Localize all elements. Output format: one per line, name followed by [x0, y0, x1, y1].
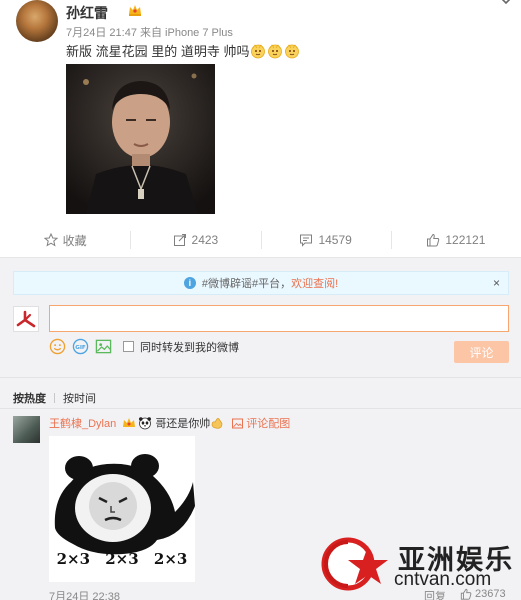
comment-meme-image[interactable]: 2×3 2×3 2×3: [49, 436, 195, 582]
comment-image-link[interactable]: 评论配图: [232, 415, 290, 431]
gif-icon[interactable]: GIF: [72, 338, 89, 355]
image-icon[interactable]: [95, 338, 112, 355]
repost-button[interactable]: 2423: [130, 226, 260, 254]
poster-username[interactable]: 孙红雷: [66, 3, 108, 23]
comment-button[interactable]: 14579: [260, 226, 391, 254]
share-icon: [173, 234, 186, 246]
sort-by-time-tab[interactable]: 按时间: [63, 390, 96, 406]
face-emoji-icon: [285, 44, 300, 59]
colon-separator: [116, 417, 119, 429]
sort-by-hot-tab[interactable]: 按热度: [13, 390, 46, 406]
divider: [0, 408, 521, 409]
thumbs-up-icon: [427, 233, 440, 247]
comment-input[interactable]: [49, 305, 509, 332]
weibo-post: 孙红雷 7月24日 21:47 来自 iPhone 7 Plus 新版 流星花园…: [0, 0, 521, 257]
meme-caption: 2×3 2×3 2×3: [56, 550, 188, 568]
divider: [54, 393, 55, 403]
vip-crown-icon: [123, 418, 136, 427]
star-icon: [43, 233, 58, 247]
panda-icon: [139, 417, 152, 430]
forward-label: 同时转发到我的微博: [140, 341, 239, 354]
info-icon: i: [183, 277, 196, 289]
face-emoji-icon: [251, 44, 266, 59]
comment-timestamp: 7月24日 22:38: [49, 591, 120, 600]
weibo-logo-icon: [16, 310, 36, 328]
star-logo-icon: [321, 537, 388, 591]
poster-avatar[interactable]: [16, 0, 58, 42]
like-button[interactable]: 122121: [390, 226, 521, 254]
post-photo[interactable]: [66, 64, 215, 214]
comment-icon: [300, 234, 313, 247]
submit-comment-button[interactable]: 评论: [454, 341, 509, 363]
vip-crown-icon: [129, 5, 141, 16]
composer-toolbar: GIF 同时转发到我的微博: [49, 338, 239, 355]
badge-icons: [122, 416, 152, 430]
favorite-button[interactable]: 收藏: [0, 226, 130, 254]
chevron-down-icon[interactable]: [499, 0, 513, 8]
post-text: 新版 流星花园 里的 道明寺 帅吗: [66, 41, 300, 60]
picture-icon: [232, 418, 244, 428]
post-action-bar: 收藏 2423 14579 122121: [0, 226, 521, 254]
commenter-username[interactable]: 王鹤棣_Dylan: [49, 415, 116, 431]
my-avatar[interactable]: [13, 306, 39, 332]
hand-emoji-icon: [211, 418, 223, 429]
rumor-notice-banner: i #微博辟谣#平台， 欢迎查阅! ×: [13, 271, 509, 295]
site-watermark: 亚洲娱乐 cntvan.com: [320, 536, 520, 594]
sort-tabs: 按热度 按时间: [13, 390, 96, 406]
svg-text:GIF: GIF: [75, 345, 86, 351]
comment-header: 王鹤棣_Dylan 哥还是你帅 评论配图: [49, 415, 290, 431]
watermark-site: cntvan.com: [394, 569, 492, 590]
notice-link[interactable]: 欢迎查阅!: [291, 275, 338, 291]
divider: [0, 377, 521, 378]
face-emoji-icon: [268, 44, 283, 59]
emoji-group: [250, 43, 300, 59]
emoji-icon[interactable]: [49, 338, 66, 355]
forward-checkbox[interactable]: [123, 341, 134, 352]
comment-text: 哥还是你帅: [155, 418, 211, 430]
selfie-image: [66, 64, 215, 214]
post-meta: 7月24日 21:47 来自 iPhone 7 Plus: [66, 27, 233, 39]
close-icon[interactable]: ×: [493, 276, 500, 290]
commenter-avatar[interactable]: [13, 416, 40, 443]
